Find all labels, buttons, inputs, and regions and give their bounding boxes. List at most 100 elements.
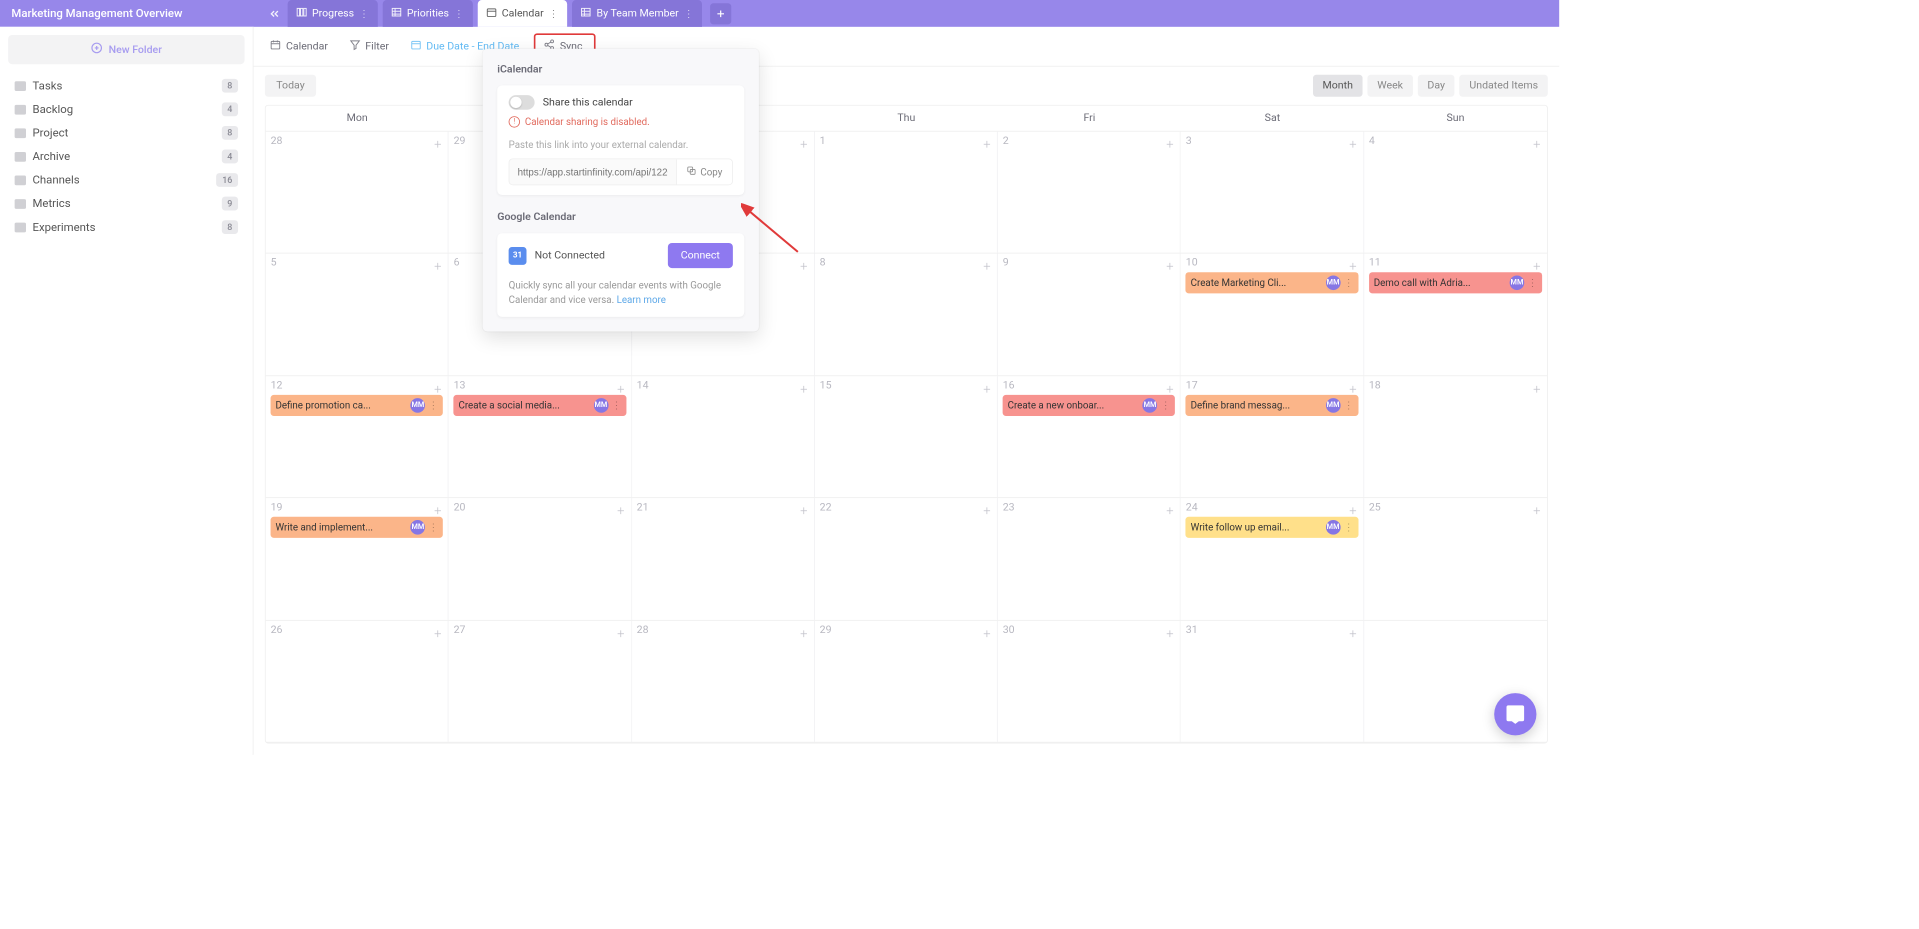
- day-cell[interactable]: 4+: [1364, 132, 1547, 253]
- add-event-icon[interactable]: +: [617, 625, 624, 640]
- day-cell[interactable]: 31+: [1181, 620, 1364, 741]
- day-cell[interactable]: 24+Write follow up email...MM⋮: [1181, 498, 1364, 619]
- day-cell[interactable]: 29+: [815, 620, 998, 741]
- event-menu-icon[interactable]: ⋮: [1344, 522, 1354, 533]
- calendar-view-button[interactable]: Calendar: [263, 34, 334, 58]
- add-event-icon[interactable]: +: [434, 381, 441, 396]
- event-menu-icon[interactable]: ⋮: [428, 400, 438, 411]
- tab-menu-icon[interactable]: ⋮: [684, 8, 695, 19]
- tab-priorities[interactable]: Priorities⋮: [383, 0, 473, 27]
- add-event-icon[interactable]: +: [1533, 503, 1540, 518]
- calendar-event[interactable]: Define brand messag...MM⋮: [1186, 395, 1358, 416]
- day-cell[interactable]: 9+: [998, 254, 1181, 375]
- tab-menu-icon[interactable]: ⋮: [359, 8, 370, 19]
- calendar-event[interactable]: Create a social media...MM⋮: [454, 395, 626, 416]
- day-cell[interactable]: 19+Write and implement...MM⋮: [266, 498, 449, 619]
- event-menu-icon[interactable]: ⋮: [611, 400, 621, 411]
- day-cell[interactable]: 27+: [449, 620, 632, 741]
- add-event-icon[interactable]: +: [800, 503, 807, 518]
- sidebar-item-experiments[interactable]: Experiments8: [8, 215, 244, 239]
- day-cell[interactable]: 25+: [1364, 498, 1547, 619]
- event-menu-icon[interactable]: ⋮: [1344, 400, 1354, 411]
- event-menu-icon[interactable]: ⋮: [1344, 277, 1354, 288]
- add-event-icon[interactable]: +: [1166, 503, 1173, 518]
- calendar-event[interactable]: Define promotion ca...MM⋮: [271, 395, 443, 416]
- day-cell[interactable]: 21+: [632, 498, 815, 619]
- add-event-icon[interactable]: +: [434, 503, 441, 518]
- view-week-button[interactable]: Week: [1368, 75, 1413, 97]
- day-cell[interactable]: 28+: [632, 620, 815, 741]
- add-event-icon[interactable]: +: [983, 503, 990, 518]
- day-cell[interactable]: 23+: [998, 498, 1181, 619]
- day-cell[interactable]: 2+: [998, 132, 1181, 253]
- day-cell[interactable]: 14+: [632, 376, 815, 497]
- day-cell[interactable]: 30+: [998, 620, 1181, 741]
- tab-menu-icon[interactable]: ⋮: [454, 8, 465, 19]
- add-event-icon[interactable]: +: [434, 137, 441, 152]
- day-cell[interactable]: 8+: [815, 254, 998, 375]
- add-event-icon[interactable]: +: [1533, 259, 1540, 274]
- add-event-icon[interactable]: +: [1166, 625, 1173, 640]
- view-undated-items-button[interactable]: Undated Items: [1460, 75, 1548, 97]
- add-event-icon[interactable]: +: [800, 137, 807, 152]
- tab-by-team-member[interactable]: By Team Member⋮: [572, 0, 702, 27]
- learn-more-link[interactable]: Learn more: [617, 294, 666, 305]
- add-event-icon[interactable]: +: [617, 503, 624, 518]
- event-menu-icon[interactable]: ⋮: [428, 522, 438, 533]
- add-event-icon[interactable]: +: [1166, 137, 1173, 152]
- add-event-icon[interactable]: +: [800, 259, 807, 274]
- add-event-icon[interactable]: +: [1533, 381, 1540, 396]
- add-event-icon[interactable]: +: [617, 381, 624, 396]
- add-event-icon[interactable]: +: [983, 381, 990, 396]
- day-cell[interactable]: 10+Create Marketing Cli...MM⋮: [1181, 254, 1364, 375]
- add-event-icon[interactable]: +: [1349, 381, 1356, 396]
- sidebar-item-backlog[interactable]: Backlog4: [8, 98, 244, 122]
- add-event-icon[interactable]: +: [800, 625, 807, 640]
- add-event-icon[interactable]: +: [1349, 503, 1356, 518]
- day-cell[interactable]: 28+: [266, 132, 449, 253]
- filter-button[interactable]: Filter: [343, 34, 396, 58]
- today-button[interactable]: Today: [265, 75, 316, 97]
- add-event-icon[interactable]: +: [1166, 259, 1173, 274]
- add-event-icon[interactable]: +: [434, 625, 441, 640]
- day-cell[interactable]: 5+: [266, 254, 449, 375]
- add-tab-button[interactable]: [710, 3, 731, 24]
- collapse-sidebar-icon[interactable]: [268, 7, 281, 20]
- day-cell[interactable]: 3+: [1181, 132, 1364, 253]
- day-cell[interactable]: 13+Create a social media...MM⋮: [449, 376, 632, 497]
- event-menu-icon[interactable]: ⋮: [1528, 277, 1538, 288]
- day-cell[interactable]: 17+Define brand messag...MM⋮: [1181, 376, 1364, 497]
- connect-button[interactable]: Connect: [668, 243, 733, 268]
- tab-progress[interactable]: Progress⋮: [288, 0, 378, 27]
- chat-bubble-button[interactable]: [1494, 693, 1536, 735]
- day-cell[interactable]: 20+: [449, 498, 632, 619]
- add-event-icon[interactable]: +: [1349, 137, 1356, 152]
- calendar-event[interactable]: Write follow up email...MM⋮: [1186, 517, 1358, 538]
- calendar-event[interactable]: Write and implement...MM⋮: [271, 517, 443, 538]
- view-day-button[interactable]: Day: [1418, 75, 1455, 97]
- add-event-icon[interactable]: +: [983, 259, 990, 274]
- share-toggle[interactable]: [509, 95, 535, 110]
- calendar-event[interactable]: Create Marketing Cli...MM⋮: [1186, 273, 1358, 294]
- sidebar-item-tasks[interactable]: Tasks8: [8, 74, 244, 98]
- sidebar-item-project[interactable]: Project8: [8, 121, 244, 145]
- day-cell[interactable]: 16+Create a new onboar...MM⋮: [998, 376, 1181, 497]
- add-event-icon[interactable]: +: [983, 137, 990, 152]
- add-event-icon[interactable]: +: [800, 381, 807, 396]
- tab-menu-icon[interactable]: ⋮: [549, 8, 560, 19]
- day-cell[interactable]: 1+: [815, 132, 998, 253]
- day-cell[interactable]: 22+: [815, 498, 998, 619]
- sidebar-item-archive[interactable]: Archive4: [8, 145, 244, 169]
- calendar-event[interactable]: Create a new onboar...MM⋮: [1003, 395, 1175, 416]
- add-event-icon[interactable]: +: [1349, 625, 1356, 640]
- day-cell[interactable]: 11+Demo call with Adria...MM⋮: [1364, 254, 1547, 375]
- sidebar-item-channels[interactable]: Channels16: [8, 168, 244, 192]
- add-event-icon[interactable]: +: [1349, 259, 1356, 274]
- day-cell[interactable]: 18+: [1364, 376, 1547, 497]
- share-link-input[interactable]: [509, 159, 676, 184]
- add-event-icon[interactable]: +: [1166, 381, 1173, 396]
- add-event-icon[interactable]: +: [1533, 137, 1540, 152]
- new-folder-button[interactable]: New Folder: [8, 35, 244, 64]
- sidebar-item-metrics[interactable]: Metrics9: [8, 192, 244, 216]
- day-cell[interactable]: 26+: [266, 620, 449, 741]
